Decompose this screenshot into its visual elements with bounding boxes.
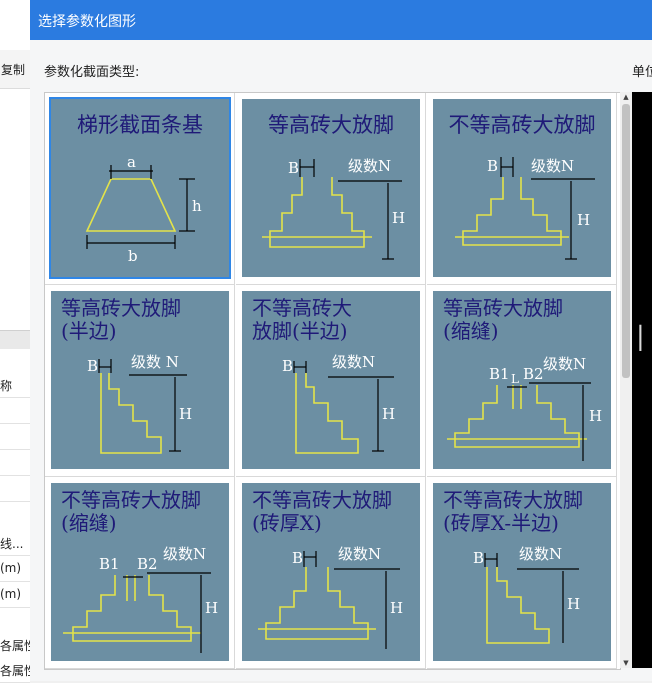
label-B: B [487,157,498,175]
tile-title: 不等高砖大放脚 (缩缝) [61,488,201,535]
label-B2: B2 [137,555,158,573]
label-grade-N: 级数 N [131,353,179,371]
tile-image: B 级数N H 不等高砖大放脚 [433,99,611,277]
label-b: b [128,247,138,265]
label-B1: B1 [489,365,510,383]
label-B: B [288,159,299,177]
scrollbar-thumb[interactable] [622,104,630,378]
label-a: a [127,153,136,171]
label-L: L [511,372,519,386]
scroll-up-icon[interactable]: ▲ [620,92,632,102]
background-row: (m) [0,582,30,608]
shape-tile-unequal-height-joint[interactable]: B1 B2 级数N H 不等高砖大放脚 (缩缝) [45,477,235,669]
trapezoid-shape [85,178,177,232]
background-toolbar: 复制 [0,50,30,89]
label-H: H [392,209,405,227]
shape-preview-panel: | [632,92,652,668]
tile-image: B 级数N H 等高砖大放脚 [242,99,420,277]
tile-title: 不等高砖大放脚 [448,113,596,137]
tile-title: 等高砖大放脚 (半边) [61,296,181,343]
shape-tile-unequal-height-brick-thickness[interactable]: B 级数N H 不等高砖大放脚 (砖厚X) [236,477,426,669]
shape-tile-equal-height-half[interactable]: B 级数 N H 等高砖大放脚 (半边) [45,285,235,477]
label-grade-N: 级数N [519,545,562,563]
copy-button-partial[interactable]: 复制 [1,61,25,78]
tile-title: 不等高砖大放脚 (砖厚X-半边) [443,488,583,535]
tile-image: B 级数N H 不等高砖大 放脚(半边) [242,291,420,469]
tile-image: B 级数 N H 等高砖大放脚 (半边) [51,291,229,469]
shape-tile-equal-height-brick-footing[interactable]: B 级数N H 等高砖大放脚 [236,93,426,285]
shape-tile-equal-height-joint[interactable]: B1 L B2 级数N H 等高砖大放脚 (缩缝) [427,285,617,477]
tile-title: 等高砖大放脚 [268,113,394,137]
gallery-scrollbar[interactable]: ▲ ▼ [620,92,632,668]
tile-image: B 级数N H 不等高砖大放脚 (砖厚X) [242,483,420,661]
background-row [0,398,30,424]
background-column-header: 称 [0,372,30,398]
tile-title: 不等高砖大放脚 (砖厚X) [252,488,392,535]
label-B: B [473,549,484,567]
background-panel-header [0,330,30,349]
label-H: H [577,211,590,229]
shape-tile-unequal-height-half[interactable]: B 级数N H 不等高砖大 放脚(半边) [236,285,426,477]
section-type-label: 参数化截面类型: [44,65,140,80]
shape-tile-trapezoid-strip[interactable]: a b h 梯形截面条基 [45,93,235,285]
label-grade-N: 级数N [332,353,375,371]
background-row: 线... [0,530,30,556]
background-row: 各属性 [0,657,36,683]
label-H: H [179,405,192,423]
shape-tile-unequal-height-brick-footing[interactable]: B 级数N H 不等高砖大放脚 [427,93,617,285]
tile-title: 梯形截面条基 [77,113,203,137]
select-parametric-shape-dialog: 选择参数化图形 参数化截面类型: 单位 a b h 梯形截面条基 B 级数N H… [30,0,652,681]
label-grade-N: 级数N [338,545,381,563]
background-row: 各属性 [0,632,36,658]
dialog-title: 选择参数化图形 [38,14,136,30]
label-grade-N: 级数N [163,545,206,563]
tile-image: B1 L B2 级数N H 等高砖大放脚 (缩缝) [433,291,611,469]
tile-title: 不等高砖大 放脚(半边) [252,296,352,343]
shape-tile-unequal-height-brick-thickness-half[interactable]: B 级数N H 不等高砖大放脚 (砖厚X-半边) [427,477,617,669]
background-row [0,476,30,502]
preview-glyph: | [636,322,645,352]
tile-image: a b h 梯形截面条基 [49,97,231,279]
label-B: B [87,357,98,375]
background-row: (m) [0,556,30,582]
label-H: H [382,405,395,423]
label-H: H [205,599,218,617]
label-H: H [589,407,602,425]
label-grade-N: 级数N [531,157,574,175]
scroll-down-icon[interactable]: ▼ [620,658,632,668]
label-B: B [282,357,293,375]
tile-title: 等高砖大放脚 (缩缝) [443,296,563,343]
dialog-title-bar[interactable]: 选择参数化图形 [30,0,652,40]
label-H: H [567,595,580,613]
label-B1: B1 [99,555,120,573]
background-row [0,450,30,476]
shape-gallery: a b h 梯形截面条基 B 级数N H 等高砖大放脚 B 级数N H 不等高砖… [44,92,621,670]
label-B: B [292,549,303,567]
tile-image: B 级数N H 不等高砖大放脚 (砖厚X-半边) [433,483,611,661]
label-H: H [390,599,403,617]
tile-image: B1 B2 级数N H 不等高砖大放脚 (缩缝) [51,483,229,661]
label-B2: B2 [523,365,544,383]
background-row [0,424,30,450]
label-grade-N: 级数N [348,157,391,175]
label-grade-N: 级数N [543,355,586,373]
unit-label: 单位 [632,65,652,80]
label-h: h [192,197,202,215]
